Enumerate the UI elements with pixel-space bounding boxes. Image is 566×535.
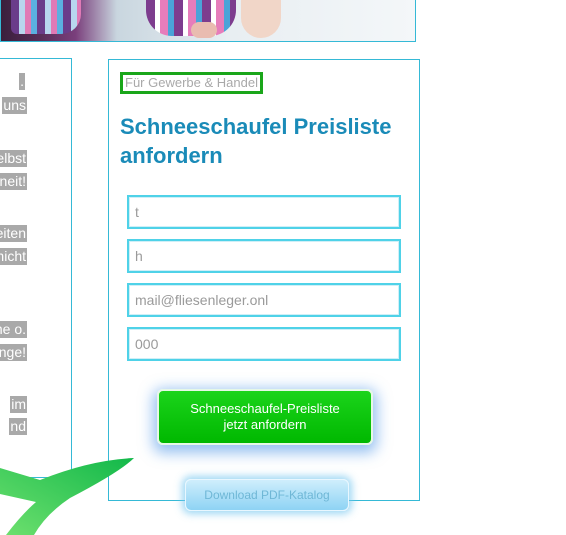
left-text-line: eiten [0, 225, 27, 242]
left-text-line: uns [2, 97, 27, 114]
left-text-line: . [19, 73, 25, 90]
banner-face-shape [241, 0, 281, 38]
green-arrow-icon [0, 458, 134, 535]
submit-label-line2: jetzt anfordern [223, 417, 307, 432]
first-name-field[interactable] [127, 195, 401, 229]
left-text-column: . uns Selbst nneit! eiten e nicht ahme o… [0, 58, 72, 478]
left-text-line: nneit! [0, 173, 27, 190]
left-text-line: e nicht [0, 248, 27, 265]
download-pdf-catalog-button[interactable]: Download PDF-Katalog [185, 479, 349, 511]
left-text-line: ahme o. [0, 321, 27, 338]
header-banner-image [0, 0, 416, 42]
submit-label-line1: Schneeschaufel-Preisliste [190, 401, 340, 416]
email-field[interactable] [127, 283, 401, 317]
banner-hand-shape [191, 22, 217, 38]
left-text-line: nge! [0, 344, 27, 361]
phone-field[interactable] [127, 327, 401, 361]
price-list-form-card: Für Gewerbe & Handel Schneeschaufel Prei… [108, 59, 420, 511]
form-title: Schneeschaufel Preisliste anfordern [120, 114, 392, 168]
left-text-line: Selbst [0, 150, 27, 167]
left-text-line: im [10, 396, 27, 413]
last-name-field[interactable] [127, 239, 401, 273]
business-badge: Für Gewerbe & Handel [120, 72, 263, 94]
request-price-list-button[interactable]: Schneeschaufel-Preisliste jetzt anforder… [157, 389, 373, 445]
left-text-line: nd [9, 418, 27, 435]
banner-scarf-shape [11, 0, 81, 34]
